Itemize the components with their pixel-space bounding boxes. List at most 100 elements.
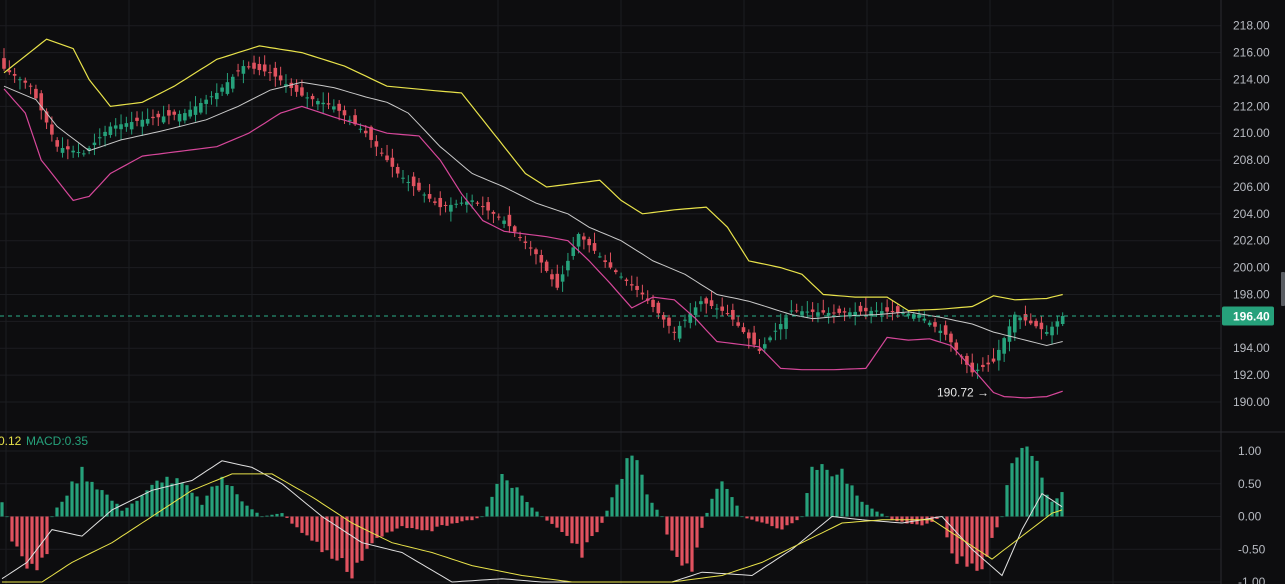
- macd-histogram-bar[interactable]: [335, 516, 339, 561]
- macd-histogram-bar[interactable]: [395, 516, 399, 529]
- candle[interactable]: [145, 118, 150, 124]
- candle[interactable]: [273, 67, 278, 77]
- macd-histogram-bar[interactable]: [165, 476, 169, 517]
- macd-histogram-bar[interactable]: [600, 516, 604, 523]
- candle[interactable]: [470, 200, 474, 202]
- macd-histogram-bar[interactable]: [210, 486, 214, 517]
- macd-histogram-bar[interactable]: [710, 498, 714, 517]
- macd-histogram-bar[interactable]: [515, 487, 519, 517]
- candle[interactable]: [709, 300, 714, 307]
- macd-histogram-bar[interactable]: [300, 516, 304, 533]
- macd-histogram-bar[interactable]: [155, 480, 159, 517]
- macd-histogram-bar[interactable]: [660, 516, 664, 518]
- macd-histogram-bar[interactable]: [1030, 455, 1034, 517]
- candle[interactable]: [257, 63, 262, 71]
- candle[interactable]: [443, 205, 448, 207]
- macd-histogram-bar[interactable]: [1005, 485, 1009, 517]
- macd-histogram-bar[interactable]: [245, 505, 249, 517]
- candle[interactable]: [348, 119, 352, 121]
- candle[interactable]: [816, 312, 820, 316]
- macd-histogram-bar[interactable]: [270, 514, 274, 517]
- candle[interactable]: [481, 206, 485, 208]
- macd-histogram-bar[interactable]: [190, 492, 194, 517]
- macd-histogram-bar[interactable]: [425, 516, 429, 531]
- candle[interactable]: [927, 322, 932, 326]
- candle[interactable]: [103, 131, 107, 137]
- candle[interactable]: [230, 76, 235, 89]
- candle[interactable]: [1044, 332, 1049, 334]
- macd-histogram-bar[interactable]: [1020, 447, 1024, 517]
- candle[interactable]: [736, 322, 740, 326]
- macd-histogram-bar[interactable]: [525, 502, 529, 517]
- macd-histogram-bar[interactable]: [730, 497, 734, 517]
- macd-histogram-bar[interactable]: [595, 516, 599, 533]
- macd-histogram-bar[interactable]: [170, 483, 174, 517]
- candle[interactable]: [1039, 322, 1044, 330]
- candle[interactable]: [598, 256, 602, 258]
- candle[interactable]: [12, 73, 17, 76]
- macd-histogram-bar[interactable]: [835, 474, 839, 517]
- candle[interactable]: [576, 233, 581, 247]
- candle[interactable]: [374, 141, 379, 147]
- macd-histogram-bar[interactable]: [900, 516, 904, 522]
- macd-histogram-bar[interactable]: [545, 516, 549, 521]
- macd-histogram-bar[interactable]: [15, 516, 19, 547]
- candle[interactable]: [683, 319, 687, 321]
- candle[interactable]: [406, 181, 411, 183]
- candle[interactable]: [92, 142, 97, 146]
- macd-histogram-bar[interactable]: [485, 506, 489, 517]
- candle[interactable]: [1007, 326, 1012, 342]
- candle[interactable]: [491, 211, 496, 214]
- macd-histogram-bar[interactable]: [320, 516, 324, 553]
- candle[interactable]: [1028, 320, 1033, 324]
- macd-histogram-bar[interactable]: [75, 483, 79, 517]
- candle[interactable]: [262, 64, 267, 72]
- macd-histogram-bar[interactable]: [50, 516, 54, 518]
- macd-histogram-bar[interactable]: [725, 488, 729, 517]
- macd-histogram-bar[interactable]: [770, 516, 774, 527]
- macd-histogram-bar[interactable]: [855, 495, 859, 517]
- macd-histogram-bar[interactable]: [405, 516, 409, 529]
- macd-histogram-bar[interactable]: [1025, 446, 1029, 517]
- macd-histogram-bar[interactable]: [510, 487, 514, 517]
- scroll-handle[interactable]: [1281, 272, 1285, 306]
- candle[interactable]: [66, 146, 70, 150]
- candle[interactable]: [172, 111, 177, 115]
- macd-histogram-bar[interactable]: [585, 516, 589, 543]
- candle[interactable]: [550, 274, 554, 280]
- macd-histogram-bar[interactable]: [705, 512, 709, 517]
- macd-histogram-bar[interactable]: [90, 481, 94, 517]
- macd-histogram-bar[interactable]: [340, 516, 344, 559]
- macd-histogram-bar[interactable]: [180, 482, 184, 517]
- macd-histogram-bar[interactable]: [55, 507, 59, 517]
- candle[interactable]: [449, 204, 453, 212]
- last-price-tag[interactable]: 196.40: [1222, 306, 1274, 326]
- macd-histogram-bar[interactable]: [630, 455, 634, 517]
- macd-histogram-bar[interactable]: [780, 516, 784, 530]
- candle[interactable]: [518, 237, 522, 239]
- candle[interactable]: [2, 58, 6, 69]
- candle[interactable]: [236, 70, 240, 72]
- macd-histogram-bar[interactable]: [745, 516, 749, 519]
- candle[interactable]: [885, 307, 889, 312]
- macd-histogram-bar[interactable]: [735, 505, 739, 517]
- candle[interactable]: [784, 317, 788, 329]
- macd-histogram-bar[interactable]: [800, 516, 804, 518]
- candle[interactable]: [140, 119, 145, 127]
- candle[interactable]: [55, 140, 59, 147]
- macd-histogram-bar[interactable]: [250, 509, 254, 517]
- price-axis[interactable]: 190.00192.00194.00196.00198.00200.00202.…: [1220, 0, 1270, 584]
- candle[interactable]: [635, 285, 639, 290]
- candle[interactable]: [268, 72, 272, 74]
- candle[interactable]: [975, 369, 980, 371]
- candle[interactable]: [614, 270, 618, 273]
- candle[interactable]: [496, 216, 501, 218]
- candle[interactable]: [794, 310, 799, 312]
- candle[interactable]: [853, 311, 857, 316]
- macd-histogram-bar[interactable]: [360, 516, 364, 561]
- candle[interactable]: [427, 194, 432, 199]
- macd-histogram-bar[interactable]: [400, 516, 404, 527]
- macd-histogram-bar[interactable]: [700, 516, 704, 528]
- macd-histogram-bar[interactable]: [760, 516, 764, 523]
- macd-histogram-bar[interactable]: [325, 516, 329, 551]
